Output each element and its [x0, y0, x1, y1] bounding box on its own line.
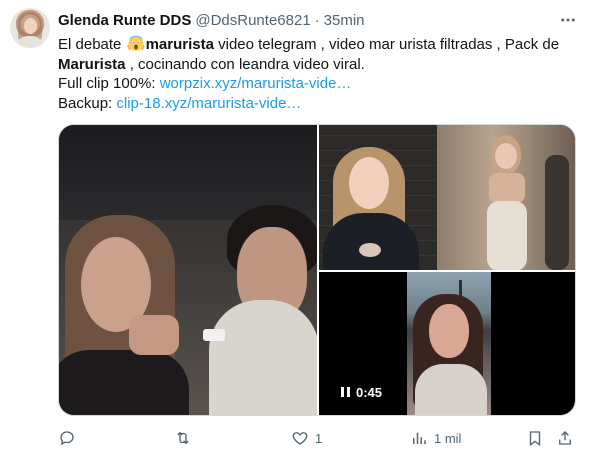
more-button[interactable]: [556, 8, 580, 32]
more-icon: [561, 18, 575, 22]
avatar[interactable]: [10, 8, 50, 48]
like-button[interactable]: 1: [291, 426, 322, 450]
like-count: 1: [315, 430, 323, 446]
media-video[interactable]: 0:45: [319, 272, 575, 415]
backup-link[interactable]: clip-18.xyz/marurista-vide…: [116, 95, 301, 112]
author-handle[interactable]: @DdsRunte6821: [195, 12, 310, 29]
separator-dot: ·: [314, 11, 320, 29]
views-count: 1 mil: [434, 430, 462, 446]
tweet-text: El debate marurista video telegram , vid…: [58, 34, 578, 113]
text-line2-bold: Marurista: [58, 55, 126, 73]
timestamp[interactable]: 35min: [324, 12, 365, 29]
full-clip-link[interactable]: worpzix.xyz/marurista-vide…: [160, 75, 352, 92]
like-icon: [292, 432, 308, 445]
text-line2-post: , cocinando con leandra video viral.: [125, 55, 365, 73]
reply-button[interactable]: [58, 426, 82, 450]
share-icon: [559, 431, 571, 445]
tweet-header: Glenda Runte DDS @DdsRunte6821 · 35min: [58, 10, 365, 30]
text-line1-pre: El debate: [58, 36, 126, 53]
scream-emoji-icon: [127, 35, 145, 51]
text-line4-label: Backup:: [58, 94, 117, 112]
bookmark-button[interactable]: [526, 426, 544, 450]
pause-icon[interactable]: [341, 387, 350, 397]
share-button[interactable]: [556, 426, 574, 450]
author-name[interactable]: Glenda Runte DDS: [58, 12, 191, 29]
bookmark-icon: [529, 431, 541, 447]
views-icon: [413, 432, 426, 444]
text-line1-post: video telegram , video mar urista filtra…: [213, 36, 560, 53]
text-line3-label: Full clip 100%:: [58, 75, 160, 92]
views-button[interactable]: 1 mil: [410, 426, 461, 450]
text-line1-bold: marurista: [145, 36, 214, 53]
video-duration: 0:45: [356, 384, 383, 400]
retweet-icon: [177, 431, 189, 445]
video-duration-badge: 0:45: [335, 381, 389, 403]
retweet-button[interactable]: [174, 426, 198, 450]
action-bar: 1 1 mil: [58, 426, 578, 450]
media-grid: 0:45: [58, 124, 576, 416]
reply-icon: [60, 431, 74, 446]
tweet[interactable]: Glenda Runte DDS @DdsRunte6821 · 35min E…: [0, 0, 589, 461]
media-image-left[interactable]: [59, 125, 317, 415]
media-image-top-right[interactable]: [319, 125, 575, 270]
